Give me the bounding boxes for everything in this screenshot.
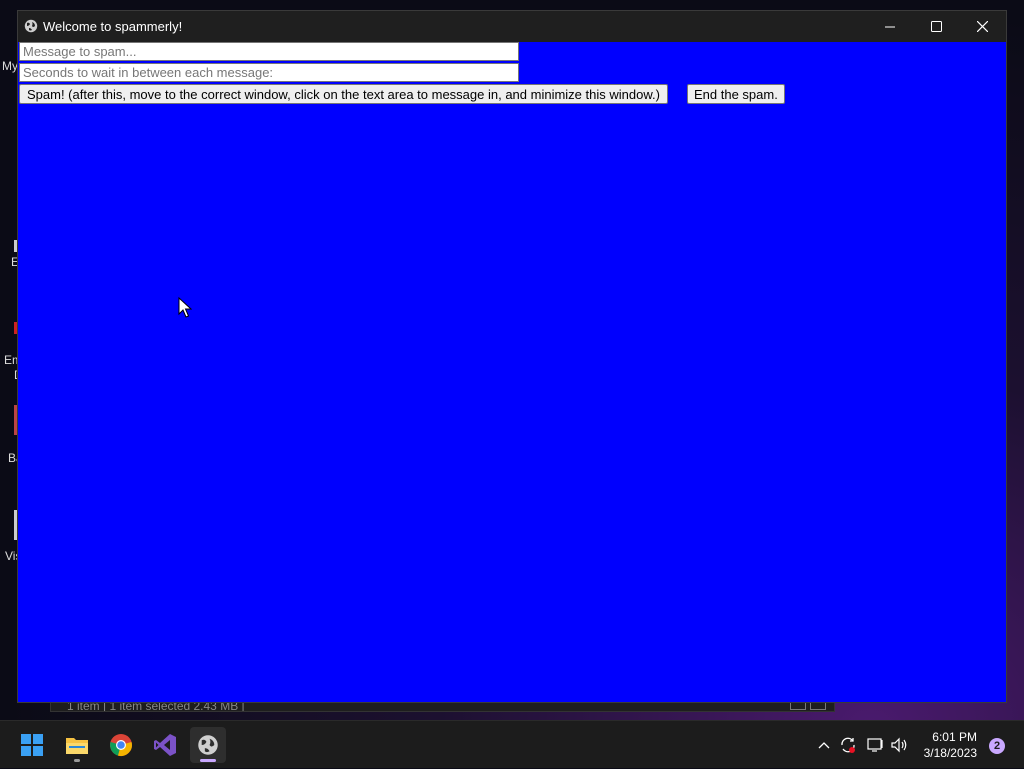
spam-button[interactable]: Spam! (after this, move to the correct w… [19,84,668,104]
network-tray-button[interactable] [866,721,886,769]
start-button[interactable] [14,727,50,763]
mouse-cursor-icon [178,297,192,318]
sync-icon [841,737,855,753]
taskbar-file-explorer[interactable] [59,727,95,763]
spammerly-window: Welcome to spammerly! Spam! (after this,… [17,10,1007,703]
minimize-icon [885,26,895,27]
visual-studio-icon [154,734,176,756]
seconds-input[interactable] [19,63,519,82]
clock-date: 3/18/2023 [923,746,977,760]
taskbar: 6:01 PM 3/18/2023 2 [0,720,1024,768]
chevron-up-icon [818,742,830,749]
notification-badge[interactable]: 2 [989,738,1005,754]
taskbar-visual-studio[interactable] [147,727,183,763]
active-indicator [200,759,216,762]
speaker-icon [891,737,907,753]
clock[interactable]: 6:01 PM 3/18/2023 [924,729,977,761]
message-input[interactable] [19,42,519,61]
volume-tray-button[interactable] [890,721,910,769]
window-content: Spam! (after this, move to the correct w… [18,42,1006,702]
running-indicator [74,759,80,762]
show-hidden-icons-button[interactable] [815,721,833,769]
maximize-button[interactable] [913,11,959,42]
sync-tray-button[interactable] [838,721,858,769]
globe-icon [198,735,218,755]
globe-icon [24,19,38,33]
title-bar[interactable]: Welcome to spammerly! [18,11,1006,42]
taskbar-chrome[interactable] [103,727,139,763]
maximize-icon [930,21,942,32]
desktop-icon-label[interactable]: My [2,59,18,73]
close-icon [976,21,988,32]
end-spam-button[interactable]: End the spam. [687,84,785,104]
window-title: Welcome to spammerly! [43,19,183,34]
close-button[interactable] [959,11,1005,42]
minimize-button[interactable] [867,11,913,42]
windows-logo-icon [21,734,43,756]
taskbar-spammerly[interactable] [190,727,226,763]
network-icon [867,738,883,752]
folder-icon [66,738,88,754]
clock-time: 6:01 PM [932,730,977,744]
chrome-icon [110,734,132,756]
